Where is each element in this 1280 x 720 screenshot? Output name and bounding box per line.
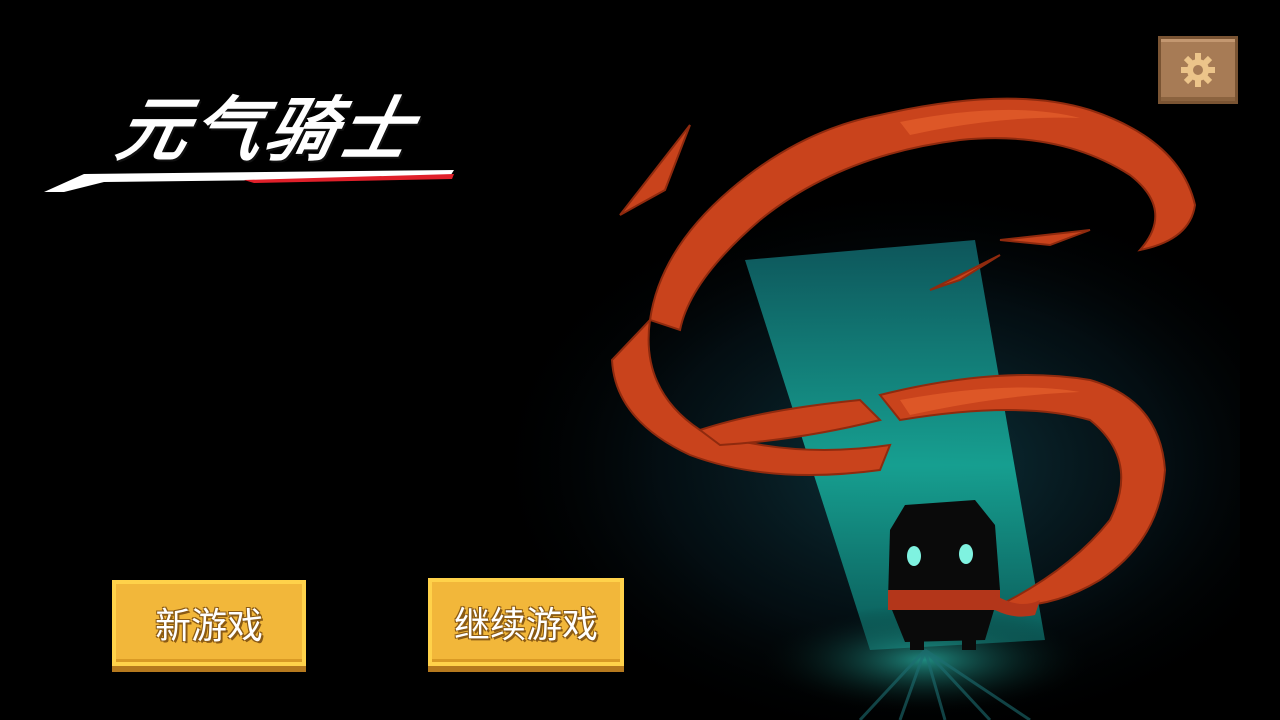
new-game-button[interactable]: 新游戏 [112, 580, 306, 666]
game-title: 元气骑士 [110, 89, 424, 171]
logo-stripe [44, 170, 454, 192]
game-logo: 元气骑士 [40, 70, 470, 200]
gear-icon [1181, 53, 1215, 87]
continue-game-button[interactable]: 继续游戏 [428, 578, 624, 666]
title-screen: 元气骑士 新游戏 继续游戏 [0, 0, 1280, 720]
settings-button[interactable] [1158, 36, 1238, 104]
